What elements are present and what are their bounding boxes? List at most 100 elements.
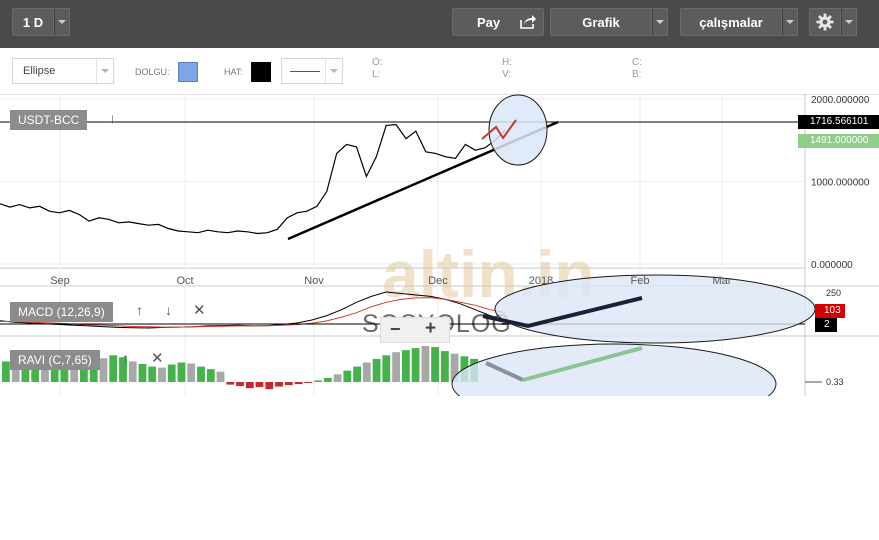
- chart-label: Grafik: [582, 14, 620, 30]
- ravi-pane-label[interactable]: RAVI (C,7,65): [10, 350, 100, 370]
- x-tick-label: Feb: [631, 275, 650, 287]
- macd-pane-label[interactable]: MACD (12,26,9): [10, 302, 113, 322]
- ravi-bar: [304, 382, 313, 383]
- ohlc-close: C:: [632, 57, 642, 68]
- line-style-caret[interactable]: [325, 59, 342, 83]
- ravi-bar: [197, 366, 205, 382]
- macd-y-tick-label: 250: [826, 288, 841, 298]
- ravi-move-up-icon[interactable]: ↑: [122, 350, 129, 366]
- ravi-bar: [392, 352, 400, 382]
- ravi-bar: [2, 361, 10, 382]
- ravi-bar: [411, 348, 420, 382]
- shape-select-value: Ellipse: [23, 65, 56, 77]
- chevron-down-icon: [845, 20, 853, 24]
- chart-dropdown-caret[interactable]: [652, 8, 668, 36]
- chevron-down-icon: [101, 69, 109, 73]
- studies-label: çalışmalar: [699, 14, 763, 30]
- x-tick-label: Oct: [176, 275, 193, 287]
- price-y-tick-label: 1000.000000: [811, 178, 870, 189]
- ravi-bar: [265, 382, 274, 390]
- settings-dropdown-caret[interactable]: [841, 8, 857, 36]
- ravi-bar: [109, 355, 118, 382]
- ravi-bar: [421, 346, 430, 382]
- ravi-bar: [353, 366, 361, 382]
- fill-label: DOLGU:: [135, 67, 170, 77]
- macd-red-tag: 103: [815, 304, 845, 318]
- ravi-bar: [167, 364, 176, 382]
- zoom-control: − +: [380, 317, 450, 343]
- macd-move-down-icon[interactable]: ↓: [165, 302, 172, 318]
- ravi-bar: [314, 380, 322, 382]
- gear-icon: [816, 13, 834, 31]
- studies-dropdown-caret[interactable]: [782, 8, 798, 36]
- share-icon: [520, 15, 536, 29]
- ravi-bar: [148, 366, 157, 382]
- x-tick-label: 2018: [529, 275, 553, 287]
- x-tick-label: Dec: [428, 275, 448, 287]
- ravi-bar: [216, 371, 225, 382]
- ravi-bar: [362, 362, 371, 382]
- chart-canvas[interactable]: altin.inSOSYOLOG 2000.0000001000.0000000…: [0, 94, 879, 396]
- chevron-down-icon: [330, 69, 338, 73]
- ravi-bar: [226, 382, 235, 385]
- macd-black-tag: 2: [815, 318, 837, 332]
- ravi-bar: [333, 374, 342, 382]
- ravi-bar: [382, 355, 391, 382]
- shape-select-caret[interactable]: [96, 59, 113, 83]
- ravi-bar: [372, 358, 381, 382]
- ohlc-b: B:: [632, 69, 642, 80]
- zoom-in-button[interactable]: +: [425, 318, 436, 340]
- ravi-bar: [402, 350, 410, 382]
- ravi-bar: [236, 382, 244, 387]
- price-y-tick-label: 2000.000000: [811, 95, 870, 106]
- drawing-toolbar: Ellipse DOLGU: HAT: O: L: H: V: C: B:: [0, 48, 879, 95]
- chevron-down-icon: [786, 20, 794, 24]
- chevron-down-icon: [656, 20, 664, 24]
- series-layer: [0, 123, 506, 329]
- line-style-select[interactable]: [281, 58, 343, 84]
- ravi-bar: [294, 382, 303, 385]
- current-price-tag: 1716.566101: [798, 115, 879, 129]
- interval-dropdown-caret[interactable]: [54, 8, 70, 36]
- ravi-bar: [138, 364, 147, 382]
- settings-button[interactable]: [809, 8, 841, 36]
- line-label: HAT:: [224, 67, 243, 77]
- top-toolbar: 1 D Pay Grafik çalışmalar: [0, 0, 879, 48]
- ohlc-high-volume: H: V:: [502, 57, 512, 81]
- macd-close-icon[interactable]: ✕: [193, 301, 206, 319]
- interval-button[interactable]: 1 D: [12, 8, 54, 36]
- ohlc-open-low: O: L:: [372, 57, 383, 81]
- ohlc-open: O:: [372, 57, 383, 68]
- ravi-bar: [343, 370, 352, 382]
- ravi-bar: [187, 363, 196, 382]
- ohlc-low: L:: [372, 69, 381, 80]
- ravi-bar: [323, 377, 332, 382]
- line-style-preview: [290, 71, 320, 72]
- ravi-bar: [128, 361, 137, 382]
- x-tick-label: Mar: [713, 275, 732, 287]
- ravi-bar: [206, 369, 215, 382]
- share-button[interactable]: Pay: [452, 8, 544, 36]
- x-tick-label: Sep: [50, 275, 70, 287]
- studies-button[interactable]: çalışmalar: [680, 8, 782, 36]
- shape-select[interactable]: Ellipse: [12, 58, 114, 84]
- ohlc-high: H:: [502, 57, 512, 68]
- ravi-bar: [158, 367, 166, 382]
- line-color-swatch[interactable]: [251, 62, 271, 82]
- chart-area[interactable]: altin.inSOSYOLOG 2000.0000001000.0000000…: [0, 94, 879, 396]
- x-tick-label: Nov: [304, 275, 324, 287]
- ravi-y-tick-label: 0.33: [826, 377, 844, 387]
- ravi-bar: [99, 358, 108, 382]
- macd-move-up-icon[interactable]: ↑: [136, 302, 143, 318]
- ravi-bar: [177, 362, 186, 382]
- interval-label: 1 D: [22, 14, 44, 30]
- ravi-close-icon[interactable]: ✕: [151, 349, 164, 367]
- pane-move-down-icon[interactable]: ↓: [109, 110, 116, 126]
- fill-color-swatch[interactable]: [178, 62, 198, 82]
- price-pane-label[interactable]: USDT-BCC: [10, 110, 88, 130]
- ohlc-volume: V:: [502, 69, 512, 80]
- zoom-out-button[interactable]: −: [390, 319, 401, 340]
- chart-button[interactable]: Grafik: [550, 8, 652, 36]
- green-price-tag: 1491.000000: [798, 134, 879, 148]
- ravi-bar: [284, 382, 293, 386]
